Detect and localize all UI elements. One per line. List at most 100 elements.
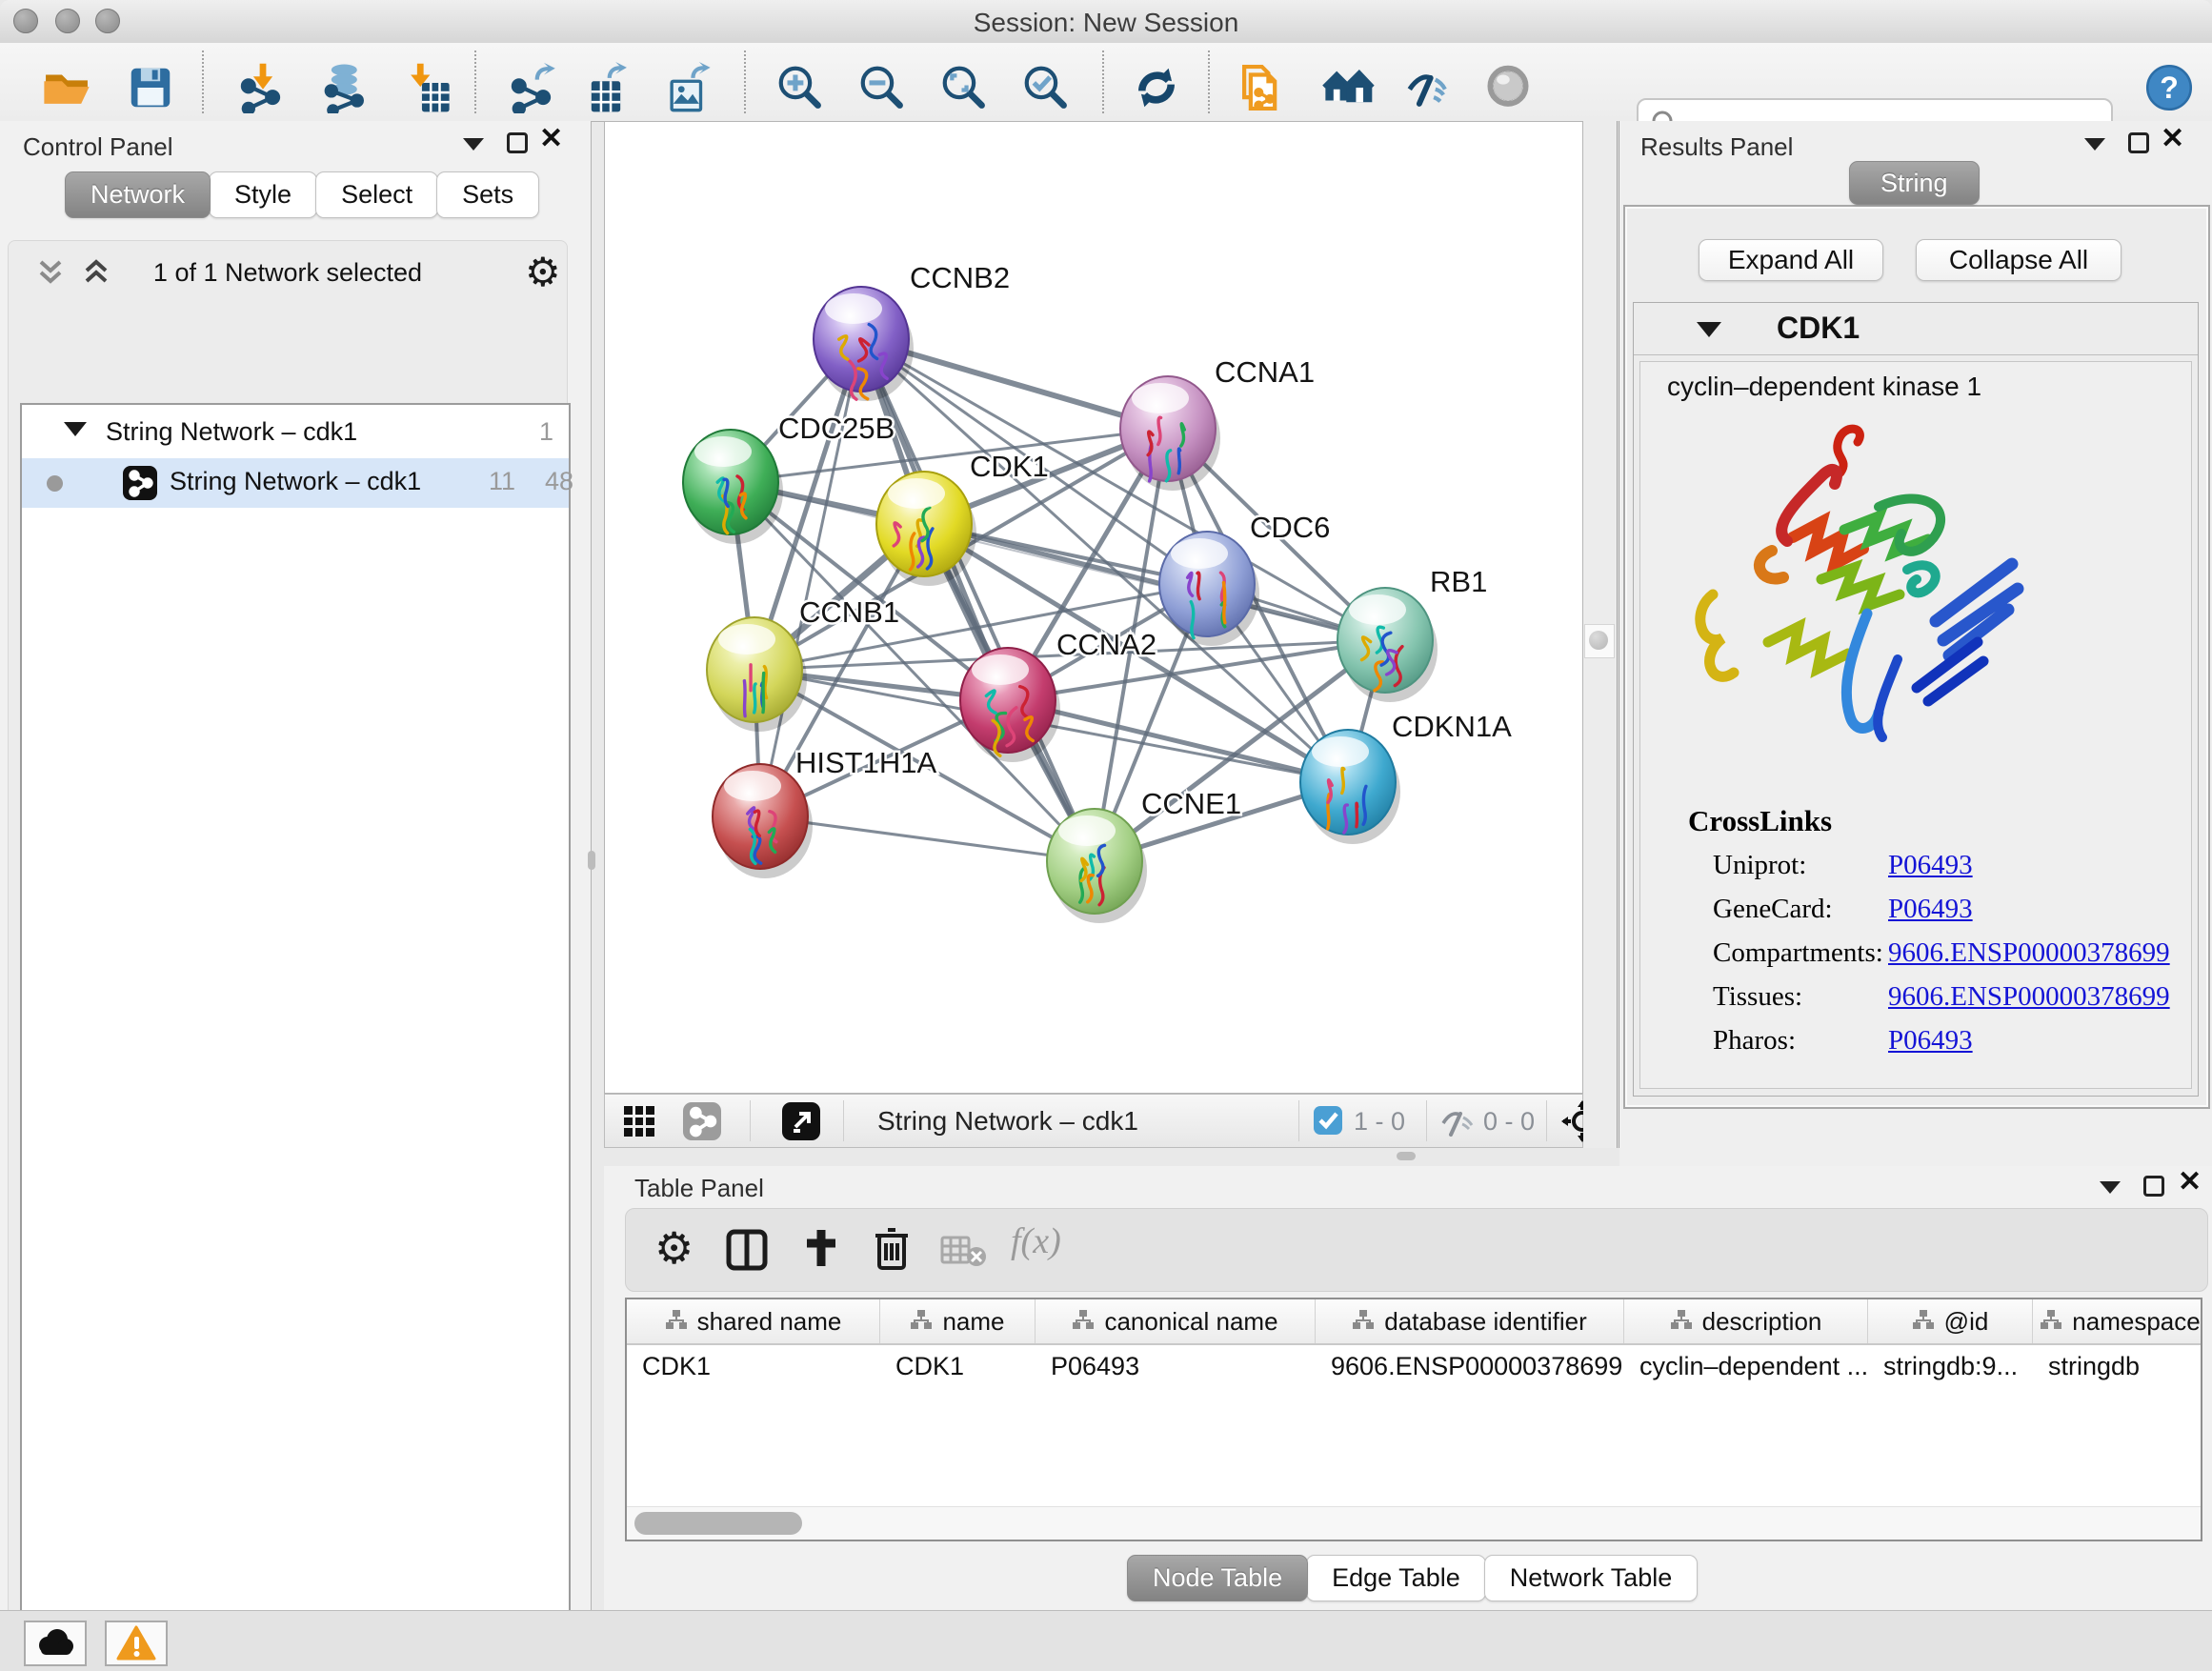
refresh-icon[interactable] — [1126, 62, 1187, 113]
section-expander-icon[interactable] — [1697, 322, 1721, 337]
table-cell[interactable]: cyclin–dependent ... — [1624, 1345, 1868, 1387]
help-icon[interactable]: ? — [2142, 62, 2197, 113]
table-cell[interactable]: stringdb:9... — [1868, 1345, 2033, 1387]
node-section-header[interactable]: CDK1 — [1634, 303, 2198, 355]
hidden-eye-icon[interactable] — [1439, 1106, 1476, 1137]
save-session-icon[interactable] — [120, 62, 181, 113]
column-header-canonical-name[interactable]: canonical name — [1036, 1299, 1316, 1343]
collapse-all-button[interactable]: Collapse All — [1916, 239, 2122, 281]
table-cell[interactable]: 9606.ENSP00000378699 — [1316, 1345, 1624, 1387]
tab-edge-table[interactable]: Edge Table — [1306, 1555, 1486, 1601]
copy-network-icon[interactable] — [1230, 62, 1291, 113]
network-view-title: String Network – cdk1 — [877, 1106, 1138, 1137]
horizontal-splitter-handle[interactable] — [1397, 1152, 1416, 1160]
column-header-description[interactable]: description — [1624, 1299, 1868, 1343]
application-window: Session: New Session — [0, 0, 2212, 1671]
zoom-in-icon[interactable] — [770, 62, 831, 113]
column-header-namespace[interactable]: namespace — [2033, 1299, 2202, 1343]
left-splitter-handle[interactable] — [588, 851, 595, 870]
panel-float-icon[interactable] — [2128, 132, 2149, 153]
tab-sets[interactable]: Sets — [436, 171, 539, 218]
table-settings-gear-icon[interactable]: ⚙ — [654, 1222, 694, 1274]
cloud-button[interactable] — [24, 1621, 87, 1666]
tab-node-table[interactable]: Node Table — [1127, 1555, 1308, 1601]
home-icon[interactable] — [1317, 62, 1378, 113]
open-in-window-icon[interactable] — [782, 1102, 820, 1140]
crosslink-link[interactable]: P06493 — [1888, 894, 1973, 925]
crosslink-link[interactable]: P06493 — [1888, 1025, 1973, 1057]
import-network-icon[interactable] — [232, 62, 293, 113]
collection-expander-icon[interactable] — [64, 422, 87, 436]
string-network-graph[interactable]: CCNB2CCNA1CDC25BCDK1CDC6RB1CCNB1CCNA2CDK… — [605, 122, 1582, 1093]
crosslink-link[interactable]: 9606.ENSP00000378699 — [1888, 937, 2170, 969]
node-CDKN1A[interactable]: CDKN1A — [1300, 710, 1512, 844]
show-columns-icon[interactable] — [725, 1228, 769, 1272]
table-cell[interactable]: stringdb — [2033, 1345, 2202, 1387]
network-options-gear-icon[interactable]: ⚙ — [525, 249, 561, 295]
separator — [1298, 1100, 1299, 1141]
column-header-shared-name[interactable]: shared name — [627, 1299, 880, 1343]
import-database-icon[interactable] — [315, 62, 376, 113]
grid-view-icon[interactable] — [624, 1106, 654, 1137]
panel-close-icon[interactable]: ✕ — [539, 129, 563, 150]
delete-table-icon[interactable] — [940, 1234, 988, 1268]
crosslink-link[interactable]: 9606.ENSP00000378699 — [1888, 981, 2170, 1013]
open-session-icon[interactable] — [36, 62, 97, 113]
table-cell[interactable]: CDK1 — [880, 1345, 1036, 1387]
panel-float-icon[interactable] — [507, 132, 528, 153]
column-header-database-identifier[interactable]: database identifier — [1316, 1299, 1624, 1343]
tab-network[interactable]: Network — [65, 171, 211, 218]
node-CCNE1[interactable]: CCNE1 — [1047, 787, 1241, 923]
tab-select[interactable]: Select — [315, 171, 438, 218]
panel-close-icon[interactable]: ✕ — [2161, 129, 2184, 150]
network-label: String Network – cdk1 — [170, 467, 421, 496]
node-CCNA1[interactable]: CCNA1 — [1120, 355, 1315, 491]
protein-structure-image[interactable] — [1680, 415, 2046, 783]
zoom-selected-icon[interactable] — [1016, 62, 1076, 113]
table-panel: Table Panel ✕ ⚙ f(x) shared namenamecano… — [604, 1166, 2212, 1610]
node-CDK1[interactable]: CDK1 — [876, 450, 1049, 586]
table-header-row[interactable]: shared namenamecanonical namedatabase id… — [627, 1299, 2201, 1345]
table-row[interactable]: CDK1CDK1P064939606.ENSP00000378699cyclin… — [627, 1345, 2201, 1387]
table-cell[interactable]: P06493 — [1036, 1345, 1316, 1387]
panel-close-icon[interactable]: ✕ — [2178, 1172, 2202, 1193]
node-HIST1H1A[interactable]: HIST1H1A — [713, 746, 936, 878]
zoom-fit-icon[interactable] — [934, 62, 995, 113]
table-cell[interactable]: CDK1 — [627, 1345, 880, 1387]
network-collection-row[interactable]: String Network – cdk1 1 — [22, 409, 569, 458]
table-horizontal-scrollbar[interactable] — [627, 1506, 2201, 1540]
table-toolbar: ⚙ f(x) — [625, 1208, 2208, 1292]
scrollbar-thumb[interactable] — [634, 1512, 802, 1535]
column-header--id[interactable]: @id — [1868, 1299, 2033, 1343]
export-table-icon[interactable] — [575, 62, 636, 113]
panel-menu-icon[interactable] — [2100, 1181, 2121, 1194]
expand-all-button[interactable]: Expand All — [1699, 239, 1883, 281]
panel-menu-icon[interactable] — [2084, 138, 2105, 151]
crosslink-link[interactable]: P06493 — [1888, 850, 1973, 881]
network-row[interactable]: String Network – cdk1 11 48 — [22, 458, 569, 508]
import-table-icon[interactable] — [396, 62, 457, 113]
tab-network-table[interactable]: Network Table — [1484, 1555, 1699, 1601]
network-badge-icon[interactable] — [683, 1102, 721, 1140]
add-column-icon[interactable] — [799, 1226, 843, 1270]
network-canvas[interactable]: CCNB2CCNA1CDC25BCDK1CDC6RB1CCNB1CCNA2CDK… — [604, 121, 1583, 1094]
hide-selected-icon[interactable] — [1398, 62, 1459, 113]
selected-checkbox-icon[interactable] — [1314, 1106, 1342, 1135]
zoom-out-icon[interactable] — [852, 62, 913, 113]
node-CDC25B[interactable]: CDC25B — [683, 412, 895, 544]
warnings-button[interactable] — [105, 1621, 168, 1666]
right-splitter-handle[interactable] — [1584, 624, 1615, 658]
export-network-icon[interactable] — [503, 62, 564, 113]
node-RB1[interactable]: RB1 — [1337, 565, 1487, 702]
tab-style[interactable]: Style — [209, 171, 317, 218]
delete-column-icon[interactable] — [870, 1224, 914, 1272]
panel-float-icon[interactable] — [2143, 1176, 2164, 1197]
node-CCNB2[interactable]: CCNB2 — [814, 261, 1010, 401]
node-CDC6[interactable]: CDC6 — [1159, 511, 1330, 646]
tab-string[interactable]: String — [1849, 161, 1980, 205]
panel-menu-icon[interactable] — [463, 138, 484, 151]
column-header-name[interactable]: name — [880, 1299, 1036, 1343]
export-image-icon[interactable] — [657, 62, 718, 113]
function-builder-icon[interactable]: f(x) — [1011, 1220, 1061, 1262]
birdseye-icon[interactable] — [1478, 62, 1538, 113]
